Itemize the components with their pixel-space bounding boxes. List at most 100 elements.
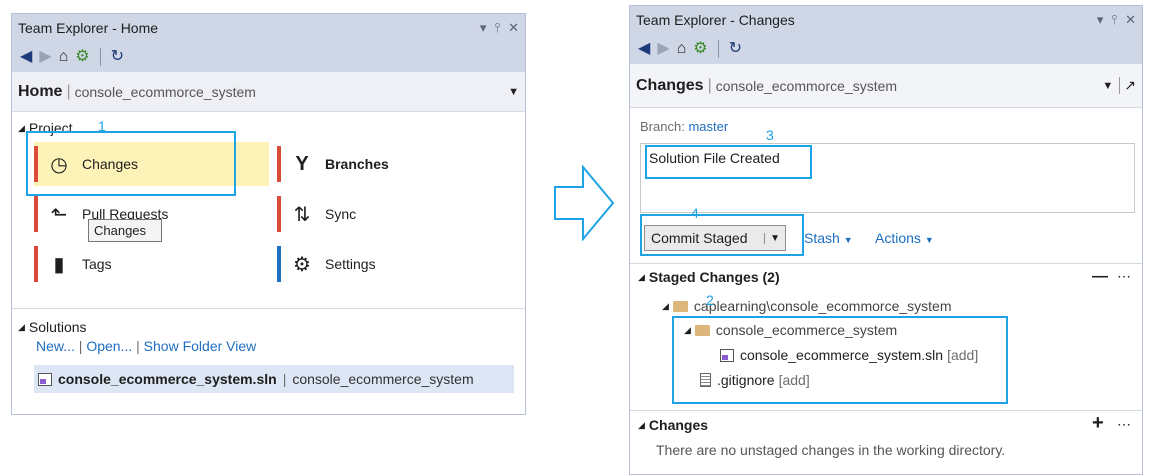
sync-icon: ⇅ bbox=[293, 203, 311, 226]
collapse-triangle-icon: ◢ bbox=[638, 271, 645, 282]
changes-label: Changes bbox=[648, 417, 709, 433]
tag-icon: ▮ bbox=[53, 253, 65, 276]
changes-titlebar: Team Explorer - Changes ▾ ⫯ ✕ bbox=[630, 6, 1142, 34]
changes-window-title: Team Explorer - Changes bbox=[636, 12, 795, 28]
stash-link[interactable]: Stash ▼ bbox=[804, 230, 853, 246]
forward-icon[interactable]: ▶ bbox=[657, 41, 669, 57]
unstage-all-icon[interactable]: — bbox=[1092, 268, 1108, 286]
dropdown-icon[interactable]: ▾ bbox=[480, 20, 487, 36]
connect-icon[interactable]: ⚙ bbox=[693, 41, 707, 57]
page-title: Home bbox=[18, 82, 63, 100]
changes-header: Changes | console_ecommorce_system ▼ ↗ bbox=[630, 64, 1142, 108]
new-link[interactable]: New... bbox=[36, 338, 75, 354]
branch-link[interactable]: master bbox=[688, 119, 728, 134]
toolbar-separator bbox=[717, 40, 719, 58]
branch-row: Branch: master bbox=[640, 119, 728, 134]
forward-icon[interactable]: ▶ bbox=[39, 49, 51, 65]
tile-label: Settings bbox=[325, 256, 376, 272]
changes-section-header[interactable]: ◢ Changes bbox=[638, 417, 708, 433]
staged-changes-header[interactable]: ◢ Staged Changes (2) bbox=[638, 269, 780, 285]
stash-label: Stash bbox=[804, 230, 840, 246]
collapse-triangle-icon: ◢ bbox=[18, 321, 25, 332]
tile-accent-bar bbox=[277, 146, 281, 182]
stage-all-icon[interactable]: + bbox=[1092, 412, 1104, 435]
solution-links: New... | Open... | Show Folder View bbox=[36, 338, 256, 354]
project-name: console_ecommorce_system bbox=[74, 83, 256, 100]
tile-label: Tags bbox=[82, 256, 112, 272]
open-link[interactable]: Open... bbox=[86, 338, 132, 354]
back-icon[interactable]: ◀ bbox=[20, 49, 32, 65]
divider bbox=[12, 308, 525, 309]
tile-label: Branches bbox=[325, 156, 389, 172]
show-folder-view-link[interactable]: Show Folder View bbox=[144, 338, 257, 354]
branch-icon: Y bbox=[295, 152, 309, 175]
staged-root-path: caplearning\console_ecommorce_system bbox=[693, 298, 952, 314]
divider bbox=[630, 410, 1142, 411]
solutions-section-header[interactable]: ◢ Solutions bbox=[18, 319, 87, 335]
tile-accent-bar bbox=[277, 196, 281, 232]
undock-icon[interactable]: ↗ bbox=[1119, 77, 1136, 94]
row-divider: | bbox=[282, 371, 287, 387]
actions-link[interactable]: Actions ▼ bbox=[875, 230, 934, 246]
header-divider: | bbox=[66, 82, 71, 100]
tile-tags[interactable]: ▮ Tags bbox=[34, 242, 269, 286]
link-divider: | bbox=[78, 338, 83, 354]
branch-label: Branch: bbox=[640, 119, 685, 134]
more-options-icon[interactable]: ⋯ bbox=[1117, 416, 1131, 433]
refresh-icon[interactable]: ↻ bbox=[729, 41, 742, 57]
home-titlebar: Team Explorer - Home ▾ ⫯ ✕ bbox=[12, 14, 525, 42]
tile-accent-bar bbox=[277, 246, 281, 282]
pull-request-icon: ⬑ bbox=[50, 203, 68, 226]
solution-path: console_ecommerce_system bbox=[292, 371, 474, 387]
more-options-icon[interactable]: ⋯ bbox=[1117, 268, 1131, 285]
link-divider: | bbox=[136, 338, 140, 354]
refresh-icon[interactable]: ↻ bbox=[111, 49, 124, 65]
close-icon[interactable]: ✕ bbox=[508, 20, 519, 36]
callout-box-message bbox=[645, 145, 812, 179]
tile-accent-bar bbox=[34, 196, 38, 232]
chevron-down-icon[interactable]: ▼ bbox=[508, 86, 519, 98]
toolbar-separator bbox=[99, 48, 101, 66]
no-changes-message: There are no unstaged changes in the wor… bbox=[656, 442, 1006, 458]
collapse-triangle-icon: ◢ bbox=[18, 122, 25, 133]
header-divider: | bbox=[707, 76, 712, 94]
tile-accent-bar bbox=[34, 246, 38, 282]
project-name: console_ecommorce_system bbox=[715, 77, 898, 94]
staged-changes-label: Staged Changes (2) bbox=[648, 269, 780, 285]
pin-icon[interactable]: ⫯ bbox=[1111, 12, 1117, 28]
pin-icon[interactable]: ⫯ bbox=[494, 20, 500, 36]
home-icon[interactable]: ⌂ bbox=[59, 49, 69, 65]
home-header: Home | console_ecommorce_system ▼ bbox=[12, 72, 525, 112]
callout-number-3: 3 bbox=[766, 127, 774, 143]
connect-icon[interactable]: ⚙ bbox=[75, 49, 89, 65]
solution-row[interactable]: console_ecommerce_system.sln | console_e… bbox=[34, 365, 514, 393]
chevron-down-icon[interactable]: ▼ bbox=[1102, 80, 1113, 92]
callout-box-commit bbox=[640, 214, 804, 256]
callout-box-changes bbox=[26, 131, 236, 196]
folder-icon bbox=[672, 300, 688, 312]
solution-file-icon bbox=[38, 372, 52, 386]
changes-toolbar: ◀ ▶ ⌂ ⚙ ↻ bbox=[630, 34, 1142, 64]
dropdown-icon[interactable]: ▾ bbox=[1097, 12, 1104, 28]
team-explorer-home-panel: Team Explorer - Home ▾ ⫯ ✕ ◀ ▶ ⌂ ⚙ ↻ Hom… bbox=[11, 13, 526, 415]
collapse-triangle-icon: ◢ bbox=[638, 419, 645, 430]
actions-label: Actions bbox=[875, 230, 921, 246]
close-icon[interactable]: ✕ bbox=[1125, 12, 1136, 28]
home-icon[interactable]: ⌂ bbox=[677, 41, 687, 57]
callout-number-2: 2 bbox=[706, 292, 714, 308]
tile-sync[interactable]: ⇅ Sync bbox=[277, 192, 512, 236]
right-arrow-icon bbox=[554, 165, 615, 241]
tile-settings[interactable]: ⚙ Settings bbox=[277, 242, 512, 286]
team-explorer-changes-panel: Team Explorer - Changes ▾ ⫯ ✕ ◀ ▶ ⌂ ⚙ ↻ … bbox=[629, 5, 1143, 475]
tile-branches[interactable]: Y Branches bbox=[277, 142, 512, 186]
back-icon[interactable]: ◀ bbox=[638, 41, 650, 57]
chevron-down-icon: ▼ bbox=[924, 235, 934, 245]
tile-label: Sync bbox=[325, 206, 357, 222]
home-toolbar: ◀ ▶ ⌂ ⚙ ↻ bbox=[12, 42, 525, 72]
chevron-down-icon: ▼ bbox=[843, 235, 853, 245]
gear-icon: ⚙ bbox=[293, 253, 311, 276]
collapse-triangle-icon: ◢ bbox=[662, 300, 669, 311]
divider bbox=[630, 263, 1142, 264]
solutions-label: Solutions bbox=[28, 319, 87, 335]
home-window-title: Team Explorer - Home bbox=[18, 20, 159, 36]
